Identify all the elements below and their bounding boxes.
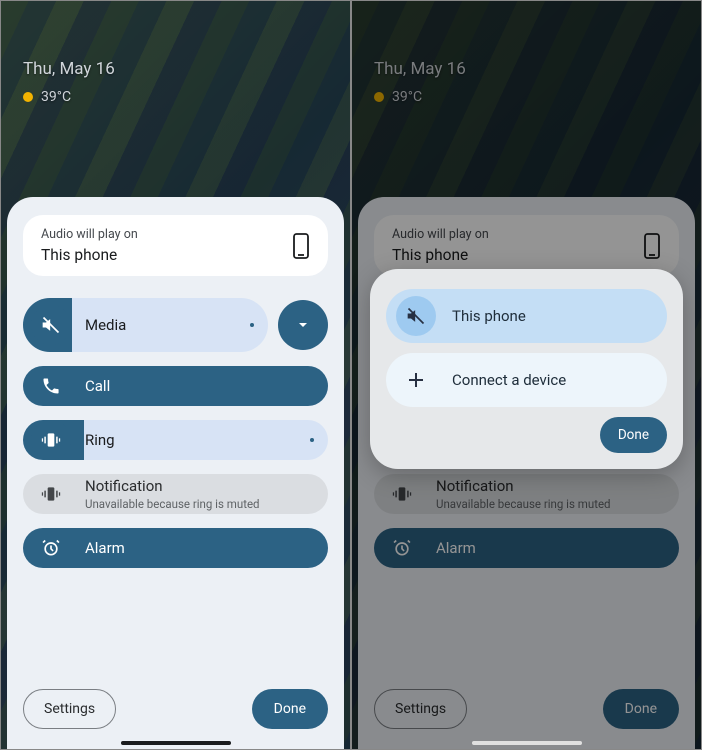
speaker-mute-icon [396, 296, 436, 336]
audio-output-card[interactable]: Audio will play on This phone [23, 215, 328, 276]
call-slider[interactable]: Call [23, 366, 328, 406]
notification-label: Notification [85, 477, 260, 495]
lockscreen-weather: 39°C [23, 89, 71, 105]
media-mute-icon [31, 305, 71, 345]
weather-sun-icon [23, 92, 33, 102]
volume-sheet: Audio will play on This phone Media [7, 197, 344, 749]
media-label: Media [85, 316, 126, 334]
output-option-connect-device[interactable]: Connect a device [386, 353, 667, 407]
notification-slider: Notification Unavailable because ring is… [23, 474, 328, 514]
phone-icon [292, 233, 310, 259]
dialog-done-button[interactable]: Done [600, 417, 667, 453]
plus-icon [396, 360, 436, 400]
sheet-footer: Settings Done [23, 689, 328, 729]
alarm-slider[interactable]: Alarm [23, 528, 328, 568]
ring-slider[interactable]: Ring [23, 420, 328, 460]
audio-output-value: This phone [41, 246, 138, 264]
alarm-icon [31, 528, 71, 568]
settings-button[interactable]: Settings [23, 689, 116, 729]
output-option-label: This phone [452, 307, 526, 325]
screenshot-right: Thu, May 16 39°C Audio will play on This… [351, 0, 702, 750]
settings-label: Settings [44, 701, 95, 717]
call-icon [31, 366, 71, 406]
media-expand-button[interactable] [278, 300, 328, 350]
vibrate-icon [31, 474, 71, 514]
call-label: Call [85, 377, 110, 395]
vibrate-icon [31, 420, 71, 460]
media-row: Media [23, 298, 328, 352]
output-option-label: Connect a device [452, 371, 566, 389]
screenshot-left: Thu, May 16 39°C Audio will play on This… [0, 0, 351, 750]
nav-home-indicator[interactable] [472, 741, 582, 745]
lockscreen-date: Thu, May 16 [23, 59, 115, 79]
weather-temp: 39°C [41, 89, 71, 105]
output-option-this-phone[interactable]: This phone [386, 289, 667, 343]
done-button[interactable]: Done [252, 689, 328, 729]
audio-output-label: Audio will play on [41, 227, 138, 242]
notification-sub: Unavailable because ring is muted [85, 497, 260, 511]
ring-label: Ring [85, 431, 115, 449]
nav-home-indicator[interactable] [121, 741, 231, 745]
dialog-done-label: Done [618, 427, 649, 443]
audio-output-dialog: This phone Connect a device Done [370, 269, 683, 469]
volume-list: Media Call [23, 298, 328, 568]
alarm-label: Alarm [85, 539, 125, 557]
media-slider[interactable]: Media [23, 298, 268, 352]
done-label: Done [274, 701, 306, 717]
